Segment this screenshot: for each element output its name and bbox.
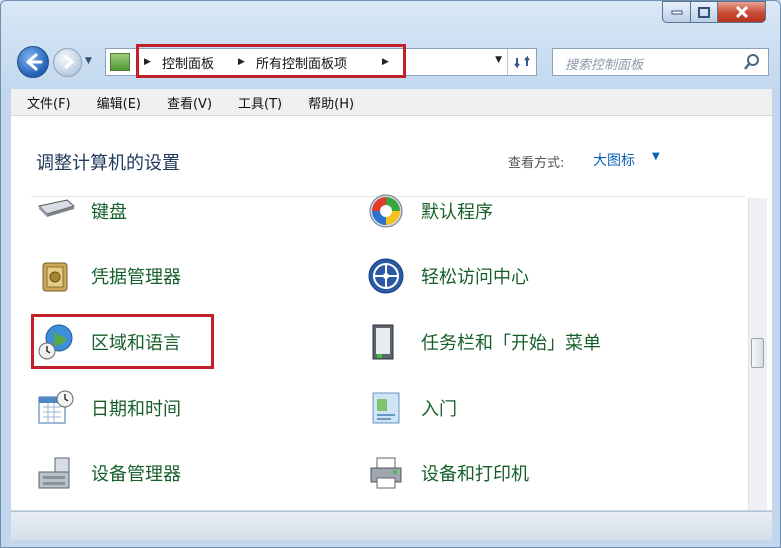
region-language-highlight-box	[31, 314, 214, 369]
caption-buttons	[662, 1, 766, 23]
address-dropdown-icon[interactable]: ▼	[495, 55, 502, 65]
forward-button[interactable]	[53, 48, 82, 77]
item-default-programs[interactable]: 默认程序	[367, 191, 493, 231]
breadcrumb-arrow-icon[interactable]: ▶	[238, 52, 245, 72]
scrollbar-thumb[interactable]	[751, 338, 764, 368]
item-label: 入门	[421, 399, 457, 420]
item-date-time[interactable]: 日期和时间	[37, 388, 181, 428]
item-taskbar-start-menu[interactable]: 任务栏和「开始」菜单	[367, 322, 601, 362]
refresh-icon	[514, 55, 530, 69]
search-placeholder[interactable]: 搜索控制面板	[565, 54, 643, 73]
view-by-label: 查看方式:	[508, 156, 565, 171]
control-panel-icon	[110, 53, 130, 71]
breadcrumb-arrow-icon[interactable]: ▶	[144, 52, 151, 72]
vertical-scrollbar[interactable]	[748, 198, 767, 510]
navigation-bar: ▼ ▶ 控制面板 ▶ 所有控制面板项 ▶ ▼ 搜索控制面板	[1, 41, 781, 85]
item-label: 凭据管理器	[91, 267, 181, 288]
item-label: 设备和打印机	[421, 464, 529, 485]
item-label: 键盘	[91, 202, 127, 223]
control-panel-window: ▼ ▶ 控制面板 ▶ 所有控制面板项 ▶ ▼ 搜索控制面板 文件(F) 编辑(E…	[0, 0, 781, 548]
device-manager-icon	[38, 457, 70, 489]
breadcrumb-all-items[interactable]: 所有控制面板项	[256, 52, 347, 72]
minimize-button[interactable]	[662, 1, 691, 23]
vault-icon	[42, 262, 68, 292]
item-ease-of-access[interactable]: 轻松访问中心	[367, 256, 529, 296]
item-label: 日期和时间	[91, 399, 181, 420]
menu-bar: 文件(F) 编辑(E) 查看(V) 工具(T) 帮助(H)	[11, 89, 772, 116]
refresh-button[interactable]	[507, 49, 536, 75]
item-label: 轻松访问中心	[421, 267, 529, 288]
close-button[interactable]	[718, 1, 766, 23]
maximize-icon	[698, 6, 710, 18]
menu-file[interactable]: 文件(F)	[11, 93, 81, 112]
getting-started-icon	[372, 392, 400, 424]
back-arrow-icon	[25, 53, 43, 71]
menu-tools[interactable]: 工具(T)	[222, 93, 292, 112]
status-bar	[11, 511, 772, 540]
item-getting-started[interactable]: 入门	[367, 388, 457, 428]
item-label: 默认程序	[421, 202, 493, 223]
back-button[interactable]	[17, 46, 49, 78]
search-box[interactable]: 搜索控制面板	[552, 48, 769, 76]
calendar-clock-icon	[38, 390, 74, 424]
view-by-dropdown[interactable]: 大图标	[593, 150, 635, 170]
item-devices-printers[interactable]: 设备和打印机	[367, 453, 529, 493]
menu-edit[interactable]: 编辑(E)	[81, 93, 151, 112]
taskbar-icon	[372, 324, 394, 360]
address-bar[interactable]: ▶ 控制面板 ▶ 所有控制面板项 ▶ ▼	[105, 44, 537, 78]
item-device-manager[interactable]: 设备管理器	[37, 453, 181, 493]
item-keyboard[interactable]: 键盘	[37, 191, 127, 231]
maximize-button[interactable]	[691, 1, 718, 23]
breadcrumb-arrow-icon[interactable]: ▶	[382, 52, 389, 72]
page-title: 调整计算机的设置	[36, 153, 180, 174]
menu-help[interactable]: 帮助(H)	[292, 93, 364, 112]
breadcrumb-control-panel[interactable]: 控制面板	[162, 52, 214, 72]
default-programs-icon	[369, 194, 403, 228]
item-label: 设备管理器	[91, 464, 181, 485]
item-credential-manager[interactable]: 凭据管理器	[37, 256, 181, 296]
close-icon	[735, 6, 748, 18]
item-label: 任务栏和「开始」菜单	[421, 333, 601, 354]
ease-of-access-icon	[368, 258, 404, 294]
minimize-icon	[671, 10, 682, 15]
search-icon[interactable]	[744, 53, 760, 71]
content-pane: 调整计算机的设置 查看方式: 大图标 ▼ 键盘 凭据管理器 区域和语言 日期和时…	[11, 116, 772, 510]
printer-icon	[370, 457, 402, 489]
history-dropdown-button[interactable]: ▼	[85, 56, 95, 66]
keyboard-icon	[37, 199, 75, 217]
forward-arrow-icon	[64, 54, 75, 70]
chevron-down-icon[interactable]: ▼	[652, 151, 660, 162]
menu-view[interactable]: 查看(V)	[151, 93, 222, 112]
